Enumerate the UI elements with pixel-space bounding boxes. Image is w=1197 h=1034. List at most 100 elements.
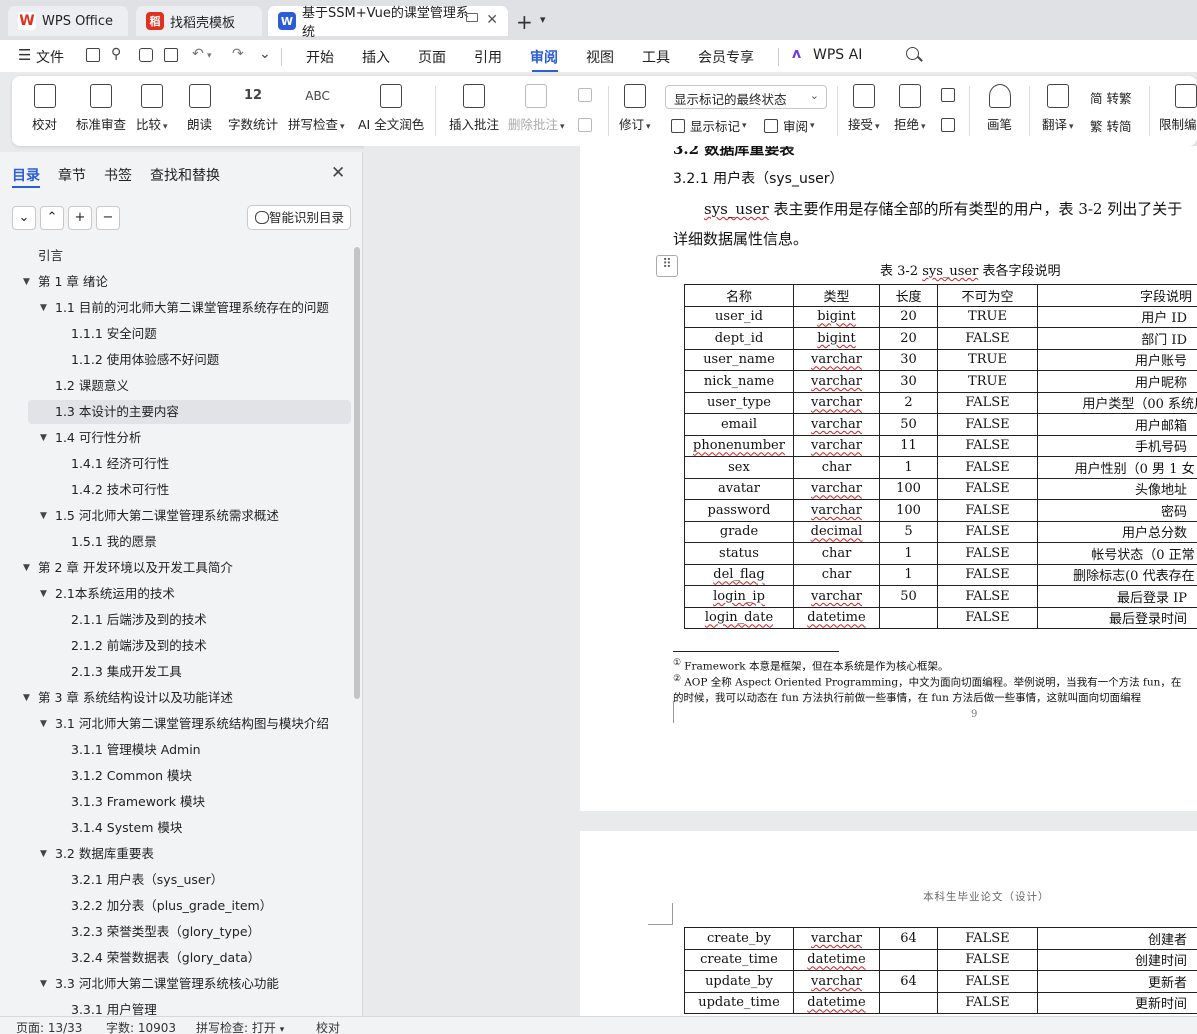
chevron-down-icon[interactable]: ▾ [540, 13, 546, 26]
table-row[interactable]: login_ip varchar 50 FALSE 最后登录 IP [684, 585, 1197, 608]
expand-triangle-icon[interactable]: ▼ [23, 556, 33, 580]
toc-item[interactable]: 1.5.1 我的愿景 [0, 530, 352, 554]
table-cell[interactable]: datetime [793, 948, 880, 971]
table-cell[interactable]: 帐号状态（0 正常 1 [1037, 542, 1197, 565]
table-cell[interactable]: varchar [793, 391, 880, 414]
table-cell[interactable]: FALSE [937, 542, 1038, 565]
table-cell[interactable]: TRUE [937, 370, 1038, 393]
table-cell[interactable]: FALSE [937, 477, 1038, 500]
word-count-indicator[interactable]: 字数: 10903 [106, 1019, 176, 1034]
toc-item[interactable]: ▼ 3.3 河北师大第二课堂管理系统核心功能 [0, 972, 352, 996]
scrollbar[interactable] [354, 247, 360, 699]
menu-tools[interactable]: 工具 [642, 47, 670, 67]
table-cell[interactable]: char [793, 542, 880, 565]
table-cell[interactable]: 用户 ID [1037, 305, 1197, 328]
table-cell[interactable]: 用户总分数 [1037, 520, 1197, 543]
toc-item[interactable]: ▼ 第 2 章 开发环境以及开发工具简介 [0, 556, 352, 580]
table-cell[interactable]: sex [684, 456, 794, 479]
table-row[interactable]: login_date datetime FALSE 最后登录时间 [684, 606, 1197, 629]
to-traditional-button[interactable]: 简 转繁 [1090, 88, 1131, 107]
table-cell[interactable]: create_time [684, 948, 794, 971]
table-row[interactable]: email varchar 50 FALSE 用户邮箱 [684, 413, 1197, 436]
table-cell[interactable]: 1 [879, 563, 938, 586]
table-cell[interactable]: update_time [684, 991, 794, 1014]
table-cell[interactable]: 更新者 [1037, 970, 1197, 993]
table-cell[interactable]: 头像地址 [1037, 477, 1197, 500]
table-cell[interactable]: FALSE [937, 948, 1038, 971]
insert-comment-button[interactable]: 插入批注 [449, 84, 499, 133]
table-cell[interactable]: dept_id [684, 327, 794, 350]
table-cell[interactable]: 1 [879, 542, 938, 565]
toc-item[interactable]: 1.1.2 使用体验感不好问题 [0, 348, 352, 372]
table-cell[interactable]: FALSE [937, 585, 1038, 608]
table-row[interactable]: grade decimal 5 FALSE 用户总分数 [684, 520, 1197, 543]
menu-review[interactable]: 审阅 [530, 47, 558, 67]
tab-toc[interactable]: 目录 [12, 165, 40, 185]
toc-item[interactable]: 1.4.2 技术可行性 [0, 478, 352, 502]
toc-item[interactable]: 3.1.1 管理模块 Admin [0, 738, 352, 762]
monitor-icon[interactable] [466, 13, 478, 22]
toc-item[interactable]: ▼ 2.1本系统运用的技术 [0, 582, 352, 606]
more-chevron-icon[interactable]: ⌄ [259, 46, 271, 62]
toc-item[interactable]: 3.2.3 荣誉类型表（glory_type） [0, 920, 352, 944]
table-cell[interactable]: phonenumber [684, 434, 794, 457]
table-cell[interactable]: varchar [793, 970, 880, 993]
table-cell[interactable] [879, 991, 938, 1014]
table-cell[interactable]: char [793, 563, 880, 586]
toc-item[interactable]: 1.1.1 安全问题 [0, 322, 352, 346]
table-row[interactable]: avatar varchar 100 FALSE 头像地址 [684, 477, 1197, 500]
table-row[interactable]: create_time datetime FALSE 创建时间 [684, 948, 1197, 971]
expand-up-button[interactable]: ⌃ [40, 206, 64, 230]
table-cell[interactable]: 部门 ID [1037, 327, 1197, 350]
redo-icon[interactable]: ↷ [232, 46, 244, 62]
table-cell[interactable]: 1 [879, 456, 938, 479]
toc-item[interactable]: ▼ 3.1 河北师大第二课堂管理系统结构图与模块介绍 [0, 712, 352, 736]
table-row[interactable]: user_type varchar 2 FALSE 用户类型（00 系统用 [684, 391, 1197, 414]
menu-insert[interactable]: 插入 [362, 47, 390, 67]
menu-file[interactable]: 文件 [36, 47, 64, 67]
print-preview-icon[interactable] [164, 48, 178, 62]
table-cell[interactable]: FALSE [937, 991, 1038, 1014]
toc-item[interactable]: 3.1.2 Common 模块 [0, 764, 352, 788]
toc-item[interactable]: 2.1.3 集成开发工具 [0, 660, 352, 684]
table-cell[interactable]: FALSE [937, 499, 1038, 522]
table-cell[interactable]: avatar [684, 477, 794, 500]
table-cell[interactable]: user_name [684, 348, 794, 371]
brush-button[interactable]: 画笔 [987, 84, 1012, 133]
page-indicator[interactable]: 页面: 13/33 [16, 1019, 82, 1034]
save-icon[interactable] [86, 48, 100, 62]
add-heading-button[interactable]: + [68, 206, 92, 230]
table-row[interactable]: user_name varchar 30 TRUE 用户账号 [684, 348, 1197, 371]
table-cell[interactable]: FALSE [937, 327, 1038, 350]
table-cell[interactable]: datetime [793, 991, 880, 1014]
expand-triangle-icon[interactable]: ▼ [40, 296, 50, 320]
table-cell[interactable] [879, 606, 938, 629]
share-icon[interactable]: ⚲ [111, 46, 121, 62]
smart-toc-button[interactable]: 智能识别目录 [247, 205, 351, 230]
toc-item[interactable]: 1.4.1 经济可行性 [0, 452, 352, 476]
previous-comment-icon[interactable] [578, 88, 597, 102]
table-cell[interactable]: 64 [879, 927, 938, 950]
table-cell[interactable]: status [684, 542, 794, 565]
table-cell[interactable]: 删除标志(0 代表存在 2 [1037, 563, 1197, 586]
table-row[interactable]: sex char 1 FALSE 用户性别（0 男 1 女 2 [684, 456, 1197, 479]
table-cell[interactable]: 用户性别（0 男 1 女 2 [1037, 456, 1197, 479]
table-cell[interactable]: FALSE [937, 434, 1038, 457]
tab-find-replace[interactable]: 查找和替换 [150, 165, 220, 185]
expand-triangle-icon[interactable]: ▼ [40, 426, 50, 450]
delete-comment-button[interactable]: 删除批注 ▾ [508, 84, 565, 133]
table-cell[interactable]: FALSE [937, 413, 1038, 436]
table-cell[interactable]: update_by [684, 970, 794, 993]
spell-check-button[interactable]: ABC 拼写检查 ▾ [288, 84, 345, 133]
table-cell[interactable]: 2 [879, 391, 938, 414]
toc-item[interactable]: 2.1.2 前端涉及到的技术 [0, 634, 352, 658]
table-row[interactable]: dept_id bigint 20 FALSE 部门 ID [684, 327, 1197, 350]
tab-wps-office[interactable]: W WPS Office [8, 6, 128, 36]
reject-button[interactable]: 拒绝 ▾ [894, 84, 926, 133]
toc-item[interactable]: ▼ 1.5 河北师大第二课堂管理系统需求概述 [0, 504, 352, 528]
table-cell[interactable]: del_flag [684, 563, 794, 586]
table-cell[interactable]: TRUE [937, 305, 1038, 328]
table-cell[interactable]: 100 [879, 499, 938, 522]
toc-item[interactable]: 3.2.2 加分表（plus_grade_item） [0, 894, 352, 918]
undo-icon[interactable]: ↶ [192, 46, 204, 62]
